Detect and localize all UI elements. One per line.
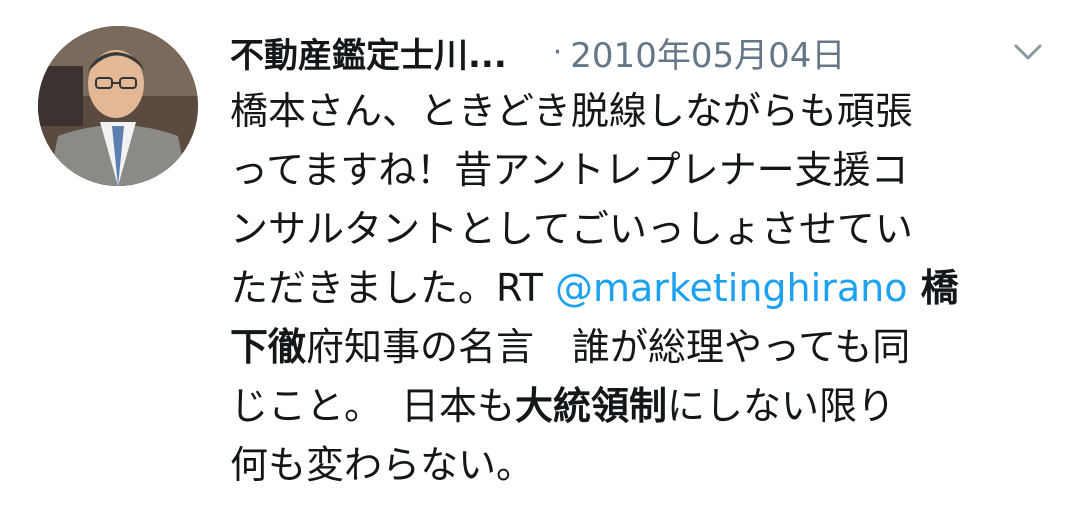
avatar-photo [38, 26, 198, 186]
separator-dot: · [552, 34, 563, 70]
tweet-text-segment: ただきました。RT [230, 266, 555, 310]
bold-text: 下徹 [230, 325, 307, 369]
tweet-text-line: ってますね！昔アントレプレナー支援コ [230, 148, 909, 192]
user-avatar[interactable] [38, 26, 198, 186]
tweet-text-segment: じこと。 日本も [230, 384, 516, 428]
tweet-text-line: ただきました。RT @marketinghirano 橋 [230, 259, 1050, 318]
tweet-text-segment: にしない限り [667, 384, 896, 428]
bold-text: 橋 [907, 266, 959, 310]
tweet-text-line: じこと。 日本も大統領制にしない限り [230, 377, 1050, 436]
tweet-text-segment: 府知事の名言 誰が総理やっても同 [306, 325, 911, 369]
bold-text: 大統領制 [515, 384, 668, 428]
tweet-text-line: 下徹府知事の名言 誰が総理やっても同 [230, 318, 1050, 377]
mention-link[interactable]: @marketinghirano [555, 266, 908, 310]
tweet-timestamp[interactable]: 2010年05月04日 [570, 28, 845, 77]
tweet[interactable]: 不動産鑑定士川... · 2010年05月04日 橋本さん、ときどき脱線しながら… [0, 0, 1080, 516]
tweet-text: 橋本さん、ときどき脱線しながらも頑張 ってますね！昔アントレプレナー支援コ ンサ… [230, 82, 1050, 495]
tweet-header: 不動産鑑定士川... · 2010年05月04日 [230, 22, 1050, 82]
chevron-down-icon[interactable] [1010, 38, 1046, 66]
tweet-text-line: 何も変わらない。 [230, 443, 535, 487]
tweet-text-line: ンサルタントとしてごいっしょさせてい [230, 207, 913, 251]
tweet-text-line: 橋本さん、ときどき脱線しながらも頑張 [230, 89, 913, 133]
display-name[interactable]: 不動産鑑定士川... [230, 28, 507, 77]
